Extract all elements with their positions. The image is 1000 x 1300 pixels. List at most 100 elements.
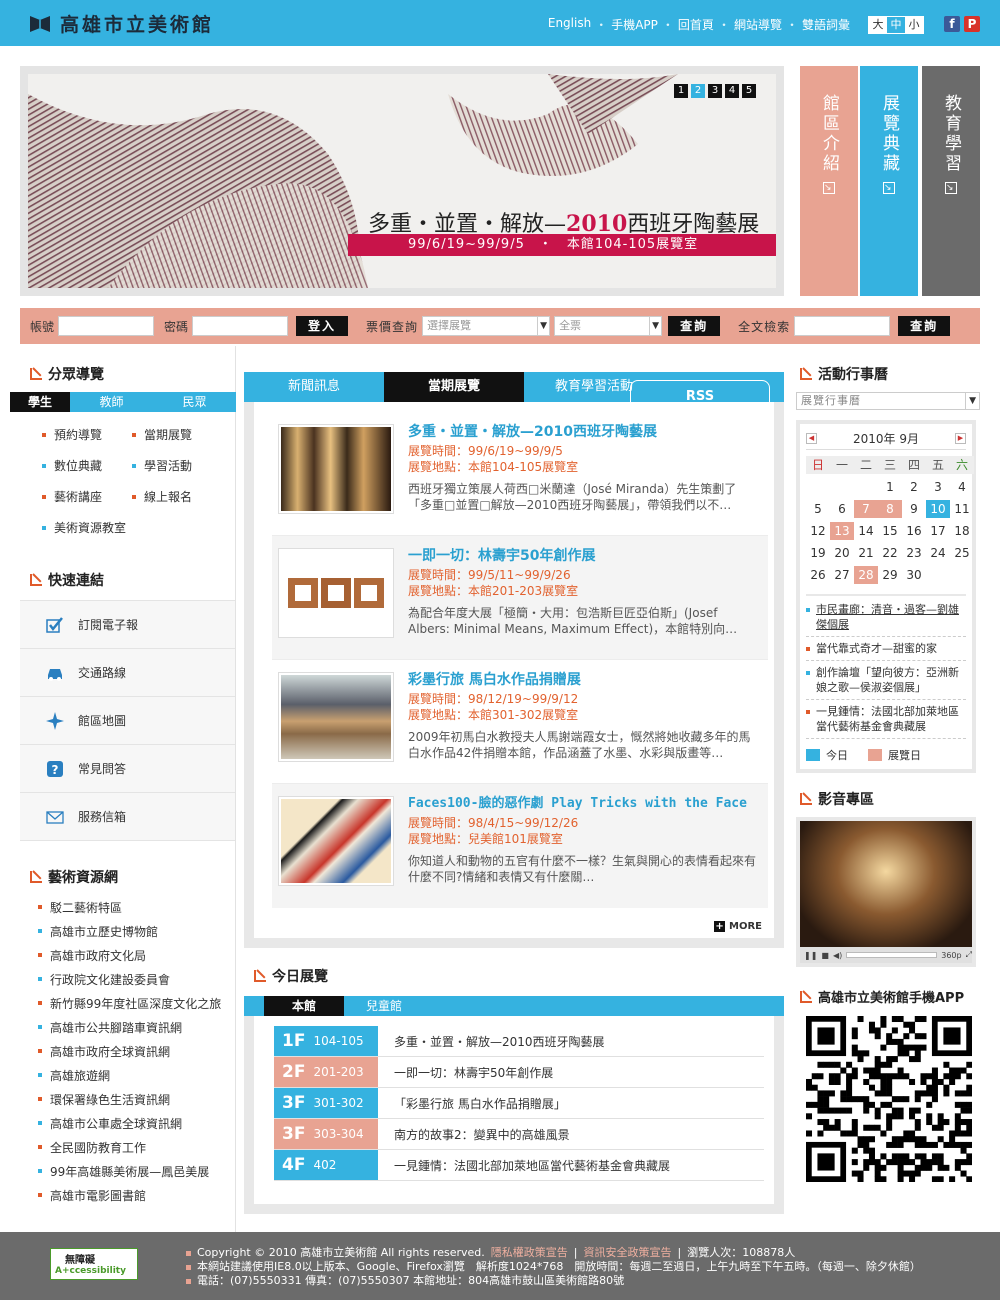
link-booking-tour[interactable]: 預約導覽 [42, 426, 132, 443]
calendar-event[interactable]: 市民畫廊：清音・過客—劉雄傑個展 [806, 598, 966, 637]
fulltext-search-button[interactable]: 查詢 [898, 316, 951, 336]
facebook-icon[interactable]: f [944, 16, 960, 32]
nav-mobile-app[interactable]: 手機APP [611, 16, 658, 33]
next-month-button[interactable]: ▶ [955, 433, 966, 444]
calendar-day[interactable]: 27 [830, 566, 854, 584]
news-item[interactable]: Faces100-臉的惡作劇 Play Tricks with the Face… [272, 784, 768, 908]
calendar-day[interactable]: 1 [878, 478, 902, 496]
resource-link[interactable]: 99年高雄縣美術展—鳳邑美展 [20, 1159, 235, 1183]
calendar-day[interactable]: 24 [926, 544, 950, 562]
calendar-day[interactable]: 30 [902, 566, 926, 584]
tab-children-museum[interactable]: 兒童館 [344, 996, 424, 1016]
news-item[interactable]: 多重・並置・解放—2010西班牙陶藝展 展覽時間：99/6/19~99/9/5 展覽… [272, 412, 768, 536]
quick-transport[interactable]: 交通路線 [20, 649, 235, 697]
font-large-button[interactable]: 大 [869, 17, 887, 33]
calendar-day[interactable]: 28 [854, 566, 878, 584]
calendar-day[interactable]: 21 [854, 544, 878, 562]
resource-link[interactable]: 高雄市政府文化局 [20, 943, 235, 967]
resource-link[interactable]: 高雄市公共腳踏車資訊網 [20, 1015, 235, 1039]
nav-home[interactable]: 回首頁 [678, 16, 714, 33]
calendar-day[interactable]: 22 [878, 544, 902, 562]
banner-page-4[interactable]: 4 [725, 84, 739, 98]
fulltext-input[interactable] [794, 316, 891, 336]
calendar-day[interactable]: 19 [806, 544, 830, 562]
news-title[interactable]: 彩墨行旅 馬白水作品捐贈展 [408, 672, 758, 688]
banner-page-2[interactable]: 2 [691, 84, 705, 98]
prev-month-button[interactable]: ◀ [806, 433, 817, 444]
tab-student[interactable]: 學生 [10, 392, 70, 412]
link-digital-archive[interactable]: 數位典藏 [42, 457, 132, 474]
floor-row[interactable]: 1F 104-105 多重・並置・解放—2010西班牙陶藝展 [274, 1026, 764, 1057]
font-small-button[interactable]: 小 [905, 17, 923, 33]
calendar-day[interactable]: 9 [902, 500, 926, 518]
floor-row[interactable]: 3F 303-304 南方的故事2：變異中的高雄風景 [274, 1119, 764, 1150]
resource-link[interactable]: 行政院文化建設委員會 [20, 967, 235, 991]
calendar-day[interactable]: 16 [902, 522, 926, 540]
news-title[interactable]: Faces100-臉的惡作劇 Play Tricks with the Face [408, 796, 758, 812]
calendar-day[interactable]: 13 [830, 522, 854, 540]
calendar-day[interactable]: 25 [950, 544, 974, 562]
tab-public[interactable]: 民眾 [153, 392, 236, 412]
accessibility-badge[interactable]: 無障礙 A+ccessibility [50, 1248, 138, 1280]
ticket-query-button[interactable]: 查詢 [668, 316, 721, 336]
more-button[interactable]: + MORE [714, 921, 762, 932]
link-online-signup[interactable]: 線上報名 [132, 488, 232, 505]
nav-glossary[interactable]: 雙語詞彙 [802, 16, 850, 33]
password-input[interactable] [192, 316, 289, 336]
font-medium-button[interactable]: 中 [887, 17, 905, 33]
calendar-day[interactable]: 11 [950, 500, 974, 518]
tab-current-exhibitions[interactable]: 當期展覽 [384, 372, 524, 402]
quick-map[interactable]: 館區地圖 [20, 697, 235, 745]
news-title[interactable]: 一即一切：林壽宇50年創作展 [408, 548, 758, 564]
exhibit-select[interactable]: 選擇展覽 [422, 316, 551, 336]
resource-link[interactable]: 高雄市公車處全球資訊網 [20, 1111, 235, 1135]
calendar-day[interactable]: 4 [950, 478, 974, 496]
resource-link[interactable]: 駁二藝術特區 [20, 895, 235, 919]
calendar-day[interactable]: 29 [878, 566, 902, 584]
calendar-day[interactable]: 17 [926, 522, 950, 540]
calendar-day[interactable]: 26 [806, 566, 830, 584]
calendar-day[interactable]: 20 [830, 544, 854, 562]
floor-row[interactable]: 3F 301-302 「彩墨行旅 馬白水作品捐贈展」 [274, 1088, 764, 1119]
calendar-event[interactable]: 一見鍾情：法國北部加萊地區當代藝術基金會典藏展 [806, 700, 966, 739]
calendar-day[interactable]: 6 [830, 500, 854, 518]
banner-page-5[interactable]: 5 [742, 84, 756, 98]
floor-row[interactable]: 2F 201-203 一即一切：林壽宇50年創作展 [274, 1057, 764, 1088]
calendar-day[interactable]: 14 [854, 522, 878, 540]
news-item[interactable]: 一即一切：林壽宇50年創作展 展覽時間：99/5/11~99/9/26 展覽地點：本… [272, 536, 768, 660]
calendar-day[interactable]: 18 [950, 522, 974, 540]
banner-page-3[interactable]: 3 [708, 84, 722, 98]
link-art-lecture[interactable]: 藝術講座 [42, 488, 132, 505]
calendar-day[interactable]: 2 [902, 478, 926, 496]
banner-slide[interactable]: 1 2 3 4 5 多重・並置・解放—2010西班牙陶藝展 99/6/19~99… [28, 74, 776, 288]
calendar-day[interactable]: 12 [806, 522, 830, 540]
tile-museum-intro[interactable]: 館區介紹↘ [800, 66, 858, 296]
link-resource-classroom[interactable]: 美術資源教室 [42, 519, 232, 536]
quick-faq[interactable]: ? 常見問答 [20, 745, 235, 793]
volume-icon[interactable]: ◀) [833, 951, 842, 960]
tile-education[interactable]: 教育學習↘ [922, 66, 980, 296]
tab-teacher[interactable]: 教師 [70, 392, 153, 412]
calendar-event[interactable]: 當代靠式奇才—甜蜜的家 [806, 637, 966, 661]
pause-icon[interactable]: ❚❚ [804, 951, 817, 960]
nav-english[interactable]: English [548, 16, 591, 33]
news-title[interactable]: 多重・並置・解放—2010西班牙陶藝展 [408, 424, 758, 440]
calendar-day[interactable]: 23 [902, 544, 926, 562]
quick-newsletter[interactable]: 訂閱電子報 [20, 601, 235, 649]
quality-label[interactable]: 360p [941, 951, 961, 960]
link-current-exhibition[interactable]: 當期展覽 [132, 426, 232, 443]
resource-link[interactable]: 全民國防教育工作 [20, 1135, 235, 1159]
stop-icon[interactable]: ■ [821, 951, 829, 960]
quick-mailbox[interactable]: 服務信箱 [20, 793, 235, 841]
fullscreen-icon[interactable]: ⤢ [966, 950, 972, 960]
resource-link[interactable]: 環保署綠色生活資訊網 [20, 1087, 235, 1111]
calendar-day[interactable]: 10 [926, 500, 950, 518]
privacy-link[interactable]: 隱私權政策宣告 [491, 1246, 568, 1260]
login-button[interactable]: 登入 [296, 316, 349, 336]
resource-link[interactable]: 新竹縣99年度社區深度文化之旅 [20, 991, 235, 1015]
resource-link[interactable]: 高雄市政府全球資訊網 [20, 1039, 235, 1063]
account-input[interactable] [58, 316, 155, 336]
news-item[interactable]: 彩墨行旅 馬白水作品捐贈展 展覽時間：98/12/19~99/9/12 展覽地點：本… [272, 660, 768, 784]
banner-page-1[interactable]: 1 [674, 84, 688, 98]
resource-link[interactable]: 高雄市電影圖書館 [20, 1183, 235, 1207]
